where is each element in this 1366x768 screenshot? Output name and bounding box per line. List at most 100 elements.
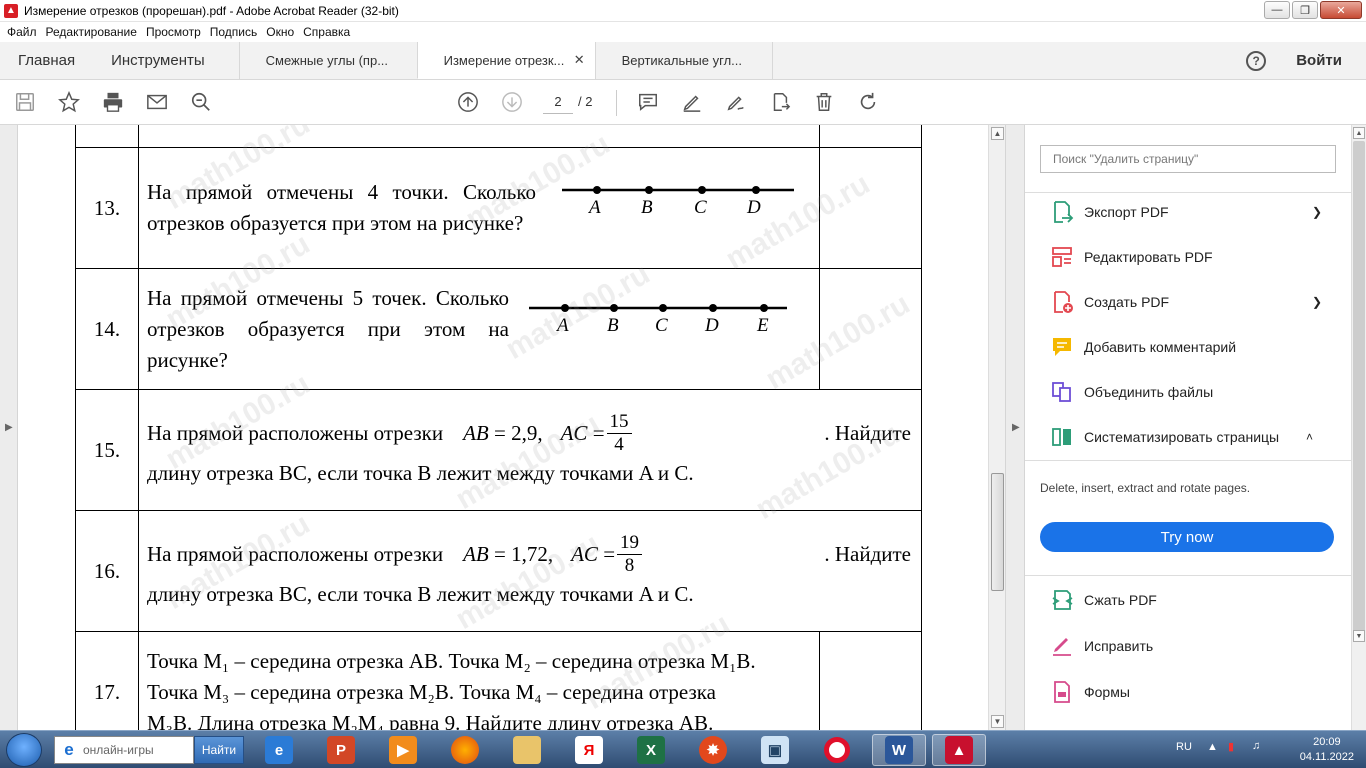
tool-edit-pdf[interactable]: Редактировать PDF <box>1025 237 1351 277</box>
help-icon[interactable]: ? <box>1246 50 1267 71</box>
tool-organize-pages[interactable]: Систематизировать страницы ˄ <box>1025 417 1351 457</box>
windows-taskbar: e онлайн-игры Найти e P ▶ Я X ✸ ▣ W ▲ RU… <box>0 730 1366 768</box>
window-title: Измерение отрезков (прорешан).pdf - Adob… <box>24 3 399 18</box>
document-scrollbar[interactable]: ▲ ▼ <box>988 125 1005 730</box>
page-number-input[interactable]: 2 <box>543 92 573 114</box>
left-pane-toggle[interactable]: ▶ <box>0 125 18 730</box>
menu-help[interactable]: Справка <box>303 25 350 39</box>
tool-forms[interactable]: Формы <box>1025 672 1351 712</box>
taskbar-search-button[interactable]: Найти <box>194 736 244 764</box>
equals-sign: = <box>603 542 616 566</box>
taskbar-app-firefox[interactable] <box>438 734 492 766</box>
taskbar-app-media-player[interactable]: ▶ <box>376 734 430 766</box>
task-text: Точка M₁ – середина отрезка AB. Точка M₂… <box>147 648 756 673</box>
network-icon[interactable]: ▮ <box>1228 740 1234 753</box>
task-number: 13. <box>75 147 139 269</box>
taskbar-app-ie[interactable]: e <box>252 734 306 766</box>
delete-page-icon[interactable] <box>812 90 836 114</box>
menu-edit[interactable]: Редактирование <box>46 25 137 39</box>
organize-pages-icon <box>1052 428 1071 446</box>
sign-icon[interactable] <box>724 90 748 114</box>
tools-pane-scrollbar[interactable]: ▲ ▼ <box>1351 125 1366 730</box>
highlight-pen-icon[interactable] <box>680 90 704 114</box>
tool-add-comment[interactable]: Добавить комментарий <box>1025 327 1351 367</box>
scroll-up-arrow[interactable]: ▲ <box>991 127 1004 140</box>
print-icon[interactable] <box>101 90 125 114</box>
share-export-icon[interactable] <box>768 90 792 114</box>
language-indicator[interactable]: RU <box>1176 741 1192 753</box>
chevron-up-icon[interactable]: ˄ <box>1306 430 1313 444</box>
system-clock[interactable]: 20:09 04.11.2022 <box>1300 735 1354 765</box>
prev-page-icon[interactable] <box>456 90 480 114</box>
menu-sign[interactable]: Подпись <box>210 25 258 39</box>
right-pane-toggle[interactable]: ▶ <box>1005 125 1025 730</box>
folder-icon <box>513 736 541 764</box>
save-icon[interactable] <box>13 90 37 114</box>
tool-compress-pdf[interactable]: Сжать PDF <box>1025 580 1351 620</box>
comment-tool-icon[interactable] <box>636 90 660 114</box>
document-view[interactable]: 13. На прямой отмечены 4 точки. Сколько … <box>18 125 988 730</box>
taskbar-app-yandex[interactable]: Я <box>562 734 616 766</box>
task-text: . Найдите <box>824 421 911 445</box>
forms-icon <box>1054 681 1070 703</box>
taskbar-app-explorer[interactable] <box>500 734 554 766</box>
taskbar-app-powerpoint[interactable]: P <box>314 734 368 766</box>
segment-name: AB <box>463 542 489 566</box>
close-window-button[interactable]: ✕ <box>1320 1 1362 19</box>
point-label: B <box>607 315 619 336</box>
email-icon[interactable] <box>145 90 169 114</box>
scroll-down-arrow[interactable]: ▼ <box>1353 630 1365 642</box>
tab-doc-adjacent-angles[interactable]: Смежные углы (пр... <box>238 42 417 79</box>
tool-label: Сжать PDF <box>1084 592 1157 608</box>
tab-doc-vertical-angles[interactable]: Вертикальные угл... <box>594 42 773 79</box>
tab-doc-segments[interactable]: Измерение отрезк... ✕ <box>416 42 595 79</box>
chevron-down-icon[interactable]: ❯ <box>1312 295 1322 309</box>
menu-view[interactable]: Просмотр <box>146 25 201 39</box>
chevron-down-icon[interactable]: ❯ <box>1312 205 1322 219</box>
tool-create-pdf[interactable]: Создать PDF ❯ <box>1025 282 1351 322</box>
tab-doc-label: Вертикальные угл... <box>621 53 742 68</box>
minimize-button[interactable]: — <box>1264 1 1290 19</box>
scroll-thumb[interactable] <box>991 473 1004 591</box>
volume-icon[interactable]: ♫ <box>1252 740 1260 752</box>
sign-in-button[interactable]: Войти <box>1296 52 1342 69</box>
scroll-down-arrow[interactable]: ▼ <box>991 715 1004 728</box>
scroll-thumb[interactable] <box>1353 141 1365 641</box>
media-player-icon: ▶ <box>389 736 417 764</box>
tool-search-input[interactable]: Поиск "Удалить страницу" <box>1040 145 1336 173</box>
tab-home[interactable]: Главная <box>0 42 93 79</box>
store-icon: ▣ <box>761 736 789 764</box>
try-now-button[interactable]: Try now <box>1040 522 1334 552</box>
task-number: 15. <box>75 389 139 511</box>
scroll-up-arrow[interactable]: ▲ <box>1353 127 1365 139</box>
taskbar-app-excel[interactable]: X <box>624 734 678 766</box>
taskbar-app-reel[interactable]: ✸ <box>686 734 740 766</box>
search-zoom-icon[interactable] <box>189 90 213 114</box>
tool-fill-sign[interactable]: Исправить <box>1025 626 1351 666</box>
tool-combine-files[interactable]: Объединить файлы <box>1025 372 1351 412</box>
tool-export-pdf[interactable]: Экспорт PDF ❯ <box>1025 192 1351 232</box>
close-tab-icon[interactable]: ✕ <box>574 52 585 68</box>
next-page-icon[interactable] <box>500 90 524 114</box>
restore-button[interactable]: ❐ <box>1292 1 1318 19</box>
taskbar-app-opera[interactable] <box>810 734 864 766</box>
figure-line-4-points: A B C D <box>544 175 796 241</box>
taskbar-search-input[interactable]: e онлайн-игры <box>54 736 194 764</box>
tab-tools[interactable]: Инструменты <box>93 42 239 79</box>
taskbar-app-store[interactable]: ▣ <box>748 734 802 766</box>
tab-bar: Главная Инструменты Смежные углы (пр... … <box>0 42 1366 80</box>
taskbar-app-acrobat[interactable]: ▲ <box>932 734 986 766</box>
start-button[interactable] <box>6 733 42 767</box>
taskbar-app-word[interactable]: W <box>872 734 926 766</box>
table-row <box>75 125 922 148</box>
fraction-numerator: 19 <box>617 532 643 555</box>
show-hidden-icons-icon[interactable]: ▲ <box>1207 741 1218 753</box>
clock-time: 20:09 <box>1313 736 1341 748</box>
rotate-icon[interactable] <box>856 90 880 114</box>
tool-label: Систематизировать страницы <box>1084 429 1280 445</box>
task-text: длину отрезка BC, если точка B лежит меж… <box>147 460 694 485</box>
menu-file[interactable]: Файл <box>7 25 37 39</box>
menu-window[interactable]: Окно <box>266 25 294 39</box>
create-pdf-icon <box>1054 291 1073 313</box>
bookmark-star-icon[interactable] <box>57 90 81 114</box>
